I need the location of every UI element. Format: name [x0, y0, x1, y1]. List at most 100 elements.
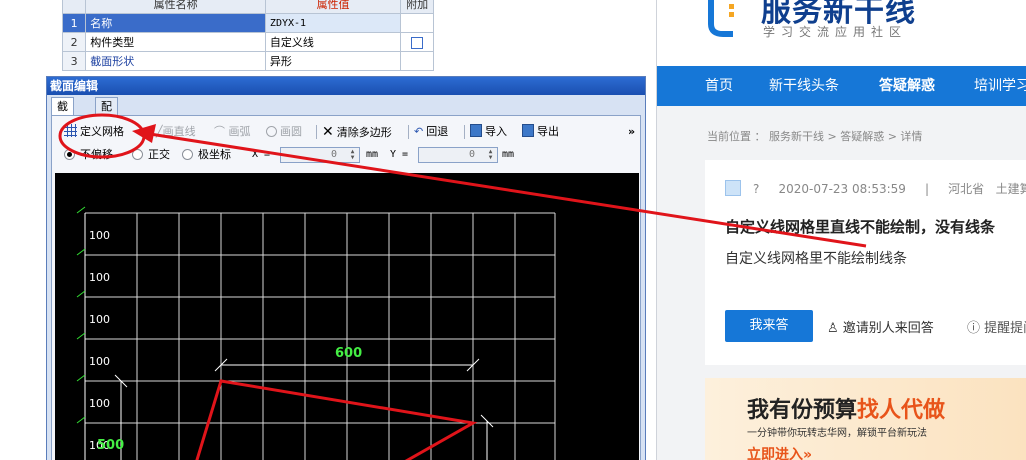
define-grid-label: 定义网格 — [80, 125, 124, 138]
tab-section[interactable]: 截面 — [51, 97, 74, 130]
ad-title: 我有份预算找人代做 — [747, 392, 945, 424]
avatar — [725, 180, 741, 196]
draw-arc-label: 画弧 — [228, 125, 251, 138]
meta-user: ? — [753, 182, 760, 196]
meta-category: 土建算量 — [995, 182, 1026, 196]
import-icon — [470, 124, 482, 137]
table-header-name: 属性名称 — [85, 0, 266, 14]
x-coordinate-input[interactable]: 0 ▲ ▼ — [280, 147, 360, 163]
row-name: 名称 — [85, 13, 266, 33]
info-icon: ⓘ — [967, 321, 985, 336]
row-dim-label: 100 — [89, 313, 110, 326]
export-label: 导出 — [537, 125, 559, 138]
draw-line-button[interactable]: ╱画直线 — [156, 122, 196, 142]
row-number: 2 — [61, 32, 87, 52]
polar-radio[interactable] — [182, 149, 193, 160]
import-button[interactable]: 导入 — [470, 122, 507, 142]
export-button[interactable]: 导出 — [522, 122, 559, 142]
row-dimension-labels: 100 100 100 100 100 100 — [89, 229, 110, 452]
grid-icon — [64, 124, 77, 137]
table-header-value: 属性值 — [264, 0, 402, 14]
orthogonal-label: 正交 — [148, 148, 170, 161]
row-value[interactable]: 自定义线 — [264, 32, 402, 52]
define-grid-button[interactable]: 定义网格 — [64, 122, 124, 142]
circle-icon — [266, 126, 277, 137]
coordinate-bar: 不偏移 正交 极坐标 X = 0 ▲ ▼ mm Y = 0 ▲ ▼ mm — [56, 146, 636, 164]
orthogonal-radio[interactable] — [132, 149, 143, 160]
table-row[interactable]: 2 构件类型 自定义线 — [61, 32, 434, 52]
row-name: 构件类型 — [85, 32, 266, 52]
meta-separator: | — [924, 182, 930, 196]
grid-lines — [85, 212, 556, 460]
question-meta: ? 2020-07-23 08:53:59 | 河北省 土建算量 — [753, 180, 1026, 197]
invite-label: 邀请别人来回答 — [842, 321, 934, 336]
row-dim-label: 100 — [89, 229, 110, 242]
table-header-extra: 附加 — [400, 0, 434, 14]
undo-label: 回退 — [426, 125, 449, 138]
site-header: 服务新干线 学习交流应用社区 — [657, 0, 1026, 66]
row-number: 1 — [61, 13, 87, 33]
no-offset-radio[interactable] — [64, 149, 75, 160]
breadcrumb: 当前位置 ： 服务新干线 > 答疑解惑 > 详情 — [707, 130, 923, 143]
logo-icon — [708, 0, 734, 37]
toolbar: 定义网格 ╱画直线 ⌒ 画弧 画圆 ✕ 清除多边形 ↶ 回退 导入 导出 » — [56, 122, 636, 142]
person-icon: ♙ — [827, 321, 843, 336]
undo-icon: ↶ — [414, 125, 424, 138]
row-extra — [400, 32, 434, 52]
remind-button[interactable]: ⓘ 提醒提问 — [967, 317, 1026, 336]
invite-button[interactable]: ♙ 邀请别人来回答 — [827, 317, 934, 336]
x-spinner[interactable]: ▲ ▼ — [348, 149, 357, 161]
answer-button[interactable]: 我来答 — [725, 310, 813, 342]
row-value[interactable]: ZDYX-1 — [264, 13, 402, 33]
row-name: 截面形状 — [85, 51, 266, 71]
table-row[interactable]: 1 名称 ZDYX-1 — [61, 13, 434, 33]
site-slogan: 学习交流应用社区 — [763, 25, 908, 39]
x-coordinate-value: 0 — [330, 149, 337, 160]
left-dimension-label: 500 — [97, 438, 124, 453]
extra-checkbox[interactable] — [411, 36, 424, 49]
toolbar-divider — [464, 125, 465, 139]
website-panel: 服务新干线 学习交流应用社区 首页 新干线头条 答疑解惑 培训学习 当前位置 ：… — [656, 0, 1026, 460]
row-dim-label: 100 — [89, 355, 110, 368]
nav-item-home[interactable]: 首页 — [705, 66, 733, 106]
dialog-title[interactable]: 截面编辑 — [47, 77, 645, 95]
draw-arc-button[interactable]: ⌒ 画弧 — [214, 122, 251, 142]
undo-button[interactable]: ↶ 回退 — [414, 122, 448, 142]
nav-item-headlines[interactable]: 新干线头条 — [769, 66, 839, 106]
row-number: 3 — [61, 51, 87, 71]
tab-rebar[interactable]: 配筋 — [95, 97, 118, 130]
clear-polygon-label: 清除多边形 — [336, 126, 392, 139]
row-value[interactable]: 异形 — [264, 51, 402, 71]
toolbar-divider — [316, 125, 317, 139]
canvas-svg: 100 100 100 100 100 100 600 500 — [76, 206, 556, 460]
ad-link[interactable]: 立即进入» — [747, 444, 812, 460]
meta-date: 2020-07-23 08:53:59 — [778, 182, 906, 196]
ad-title-highlight: 找人代做 — [857, 398, 946, 423]
ad-subtitle: 一分钟带你玩转志华网，解锁平台新玩法 — [747, 428, 927, 439]
polar-label: 极坐标 — [198, 148, 231, 161]
ad-banner[interactable]: 我有份预算找人代做 一分钟带你玩转志华网，解锁平台新玩法 立即进入» — [705, 378, 1026, 460]
draw-circle-button[interactable]: 画圆 — [266, 122, 302, 142]
y-unit: mm — [502, 149, 515, 160]
site-nav: 首页 新干线头条 答疑解惑 培训学习 — [657, 66, 1026, 106]
no-offset-label: 不偏移 — [80, 148, 113, 161]
y-spinner[interactable]: ▲ ▼ — [486, 149, 495, 161]
y-coordinate-value: 0 — [468, 149, 475, 160]
table-header-index — [61, 0, 87, 14]
import-label: 导入 — [485, 125, 507, 138]
question-card: ? 2020-07-23 08:53:59 | 河北省 土建算量 自定义线网格里… — [705, 160, 1026, 365]
drawing-canvas[interactable]: 100 100 100 100 100 100 600 500 — [55, 173, 639, 460]
nav-item-qa[interactable]: 答疑解惑 — [879, 66, 935, 106]
clear-polygon-button[interactable]: ✕ 清除多边形 — [322, 122, 392, 142]
toolbar-overflow-button[interactable]: » — [628, 122, 635, 142]
table-row[interactable]: 3 截面形状 异形 — [61, 51, 434, 71]
draw-circle-label: 画圆 — [280, 125, 302, 138]
nav-item-training[interactable]: 培训学习 — [974, 66, 1026, 106]
section-edit-dialog: 截面编辑 截面 配筋 定义网格 ╱画直线 ⌒ 画弧 画圆 — [46, 76, 646, 460]
axis-ticks — [76, 206, 86, 424]
y-coordinate-input[interactable]: 0 ▲ ▼ — [418, 147, 498, 163]
toolbar-divider — [408, 125, 409, 139]
top-dimension-label: 600 — [335, 346, 362, 361]
screenshot-root: 属性名称 属性值 附加 1 名称 ZDYX-1 2 构件类型 自定义线 3 截面… — [0, 0, 1026, 460]
row-dim-label: 100 — [89, 397, 110, 410]
